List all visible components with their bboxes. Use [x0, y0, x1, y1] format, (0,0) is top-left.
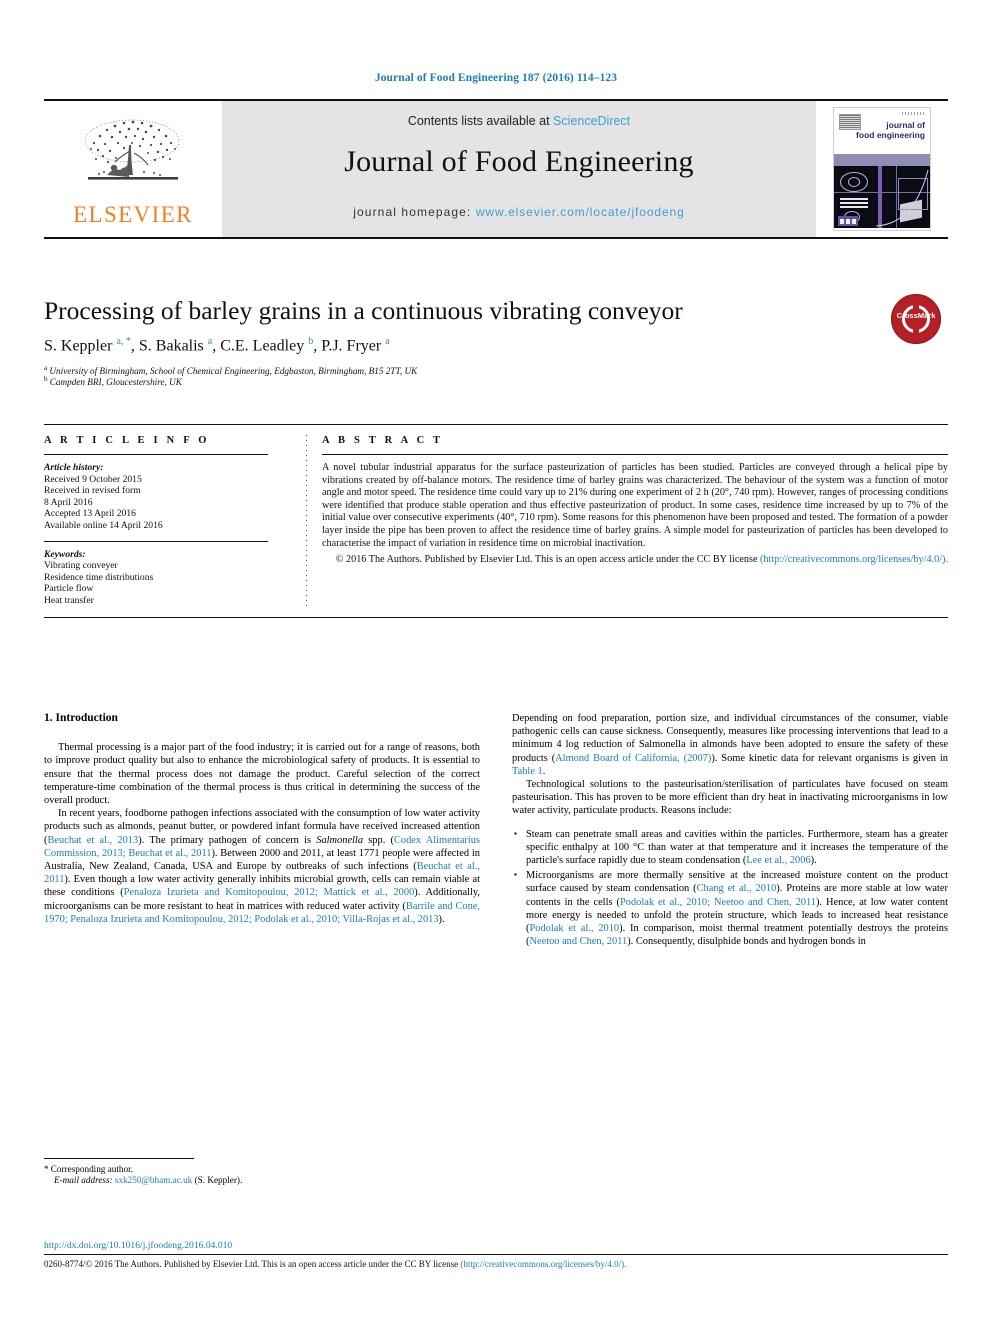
footnote-star: * — [44, 1164, 49, 1174]
divider — [44, 540, 268, 542]
elsevier-tree-icon — [84, 119, 180, 180]
keyword-item: Vibrating conveyer — [44, 560, 118, 572]
citation-link[interactable]: Chang et al., 2010 — [697, 883, 777, 894]
masthead-center: Contents lists available at ScienceDirec… — [222, 101, 816, 237]
affiliation-b-text: Campden BRI, Gloucestershire, UK — [49, 377, 182, 388]
article-info-abstract-block: A R T I C L E I N F O Article history: R… — [44, 424, 948, 618]
contents-available-line: Contents lists available at ScienceDirec… — [408, 114, 630, 128]
article-info-column: A R T I C L E I N F O Article history: R… — [44, 435, 290, 607]
elsevier-wordmark: ELSEVIER — [73, 201, 193, 227]
citation-link[interactable]: Beuchat et al., 2013 — [47, 835, 138, 846]
article-history-label: Article history: — [44, 462, 104, 473]
cover-curve-icon — [875, 169, 929, 227]
keyword-item: Heat transfer — [44, 594, 94, 606]
article-page: Journal of Food Engineering 187 (2016) 1… — [0, 0, 992, 1323]
article-history-item: 8 April 2016 — [44, 496, 93, 508]
paragraph-text: Technological solutions to the pasteuris… — [512, 779, 948, 817]
author-list: S. Keppler a, *, S. Bakalis a, C.E. Lead… — [44, 336, 390, 355]
citation-link[interactable]: Almond Board of California, (2007) — [555, 753, 711, 764]
citation-link[interactable]: Penaloza Izurieta and Komitopoulou, 2012… — [124, 887, 415, 898]
page-footer: http://dx.doi.org/10.1016/j.jfoodeng.201… — [44, 1240, 948, 1270]
citation-link[interactable]: Neetoo and Chen, 2011 — [529, 936, 627, 947]
license-link[interactable]: (http://creativecommons.org/licenses/by/… — [760, 554, 948, 565]
homepage-url-link[interactable]: www.elsevier.com/locate/jfoodeng — [476, 205, 685, 219]
sciencedirect-link[interactable]: ScienceDirect — [553, 114, 630, 128]
paragraph-text: ). The primary pathogen of concern is — [138, 834, 317, 846]
body-paragraph: Thermal processing is a major part of th… — [44, 741, 480, 807]
column-divider — [290, 435, 322, 607]
cover-band — [834, 154, 930, 166]
footer-license-link[interactable]: (http://creativecommons.org/licenses/by/… — [460, 1259, 626, 1269]
list-item: Microorganisms are more thermally sensit… — [512, 868, 948, 948]
journal-masthead: ELSEVIER Contents lists available at Sci… — [44, 99, 948, 239]
issn-copyright: 0260-8774/© 2016 The Authors. Published … — [44, 1259, 459, 1269]
keywords-label: Keywords: — [44, 548, 86, 560]
keywords-list: Vibrating conveyer Residence time distrib… — [44, 560, 268, 606]
paragraph-text: ). — [810, 855, 817, 867]
crossmark-word: CrossMark — [896, 311, 936, 320]
body-column-right: Depending on food preparation, portion s… — [512, 712, 948, 950]
body-column-left: 1. Introduction Thermal processing is a … — [44, 712, 480, 950]
elsevier-logo: ELSEVIER — [44, 101, 222, 237]
paragraph-text: Thermal processing is a major part of th… — [44, 742, 480, 807]
crossmark-badge[interactable]: CrossMark — [884, 294, 948, 344]
footnote-divider — [44, 1158, 194, 1159]
body-paragraph: Technological solutions to the pasteuris… — [512, 778, 948, 818]
article-history-item: Received in revised form — [44, 485, 141, 497]
paragraph-text: ). Consequently, disulphide bonds and hy… — [627, 936, 866, 948]
page-title: Processing of barley grains in a continu… — [44, 296, 683, 325]
affiliation-b: b Campden BRI, Gloucestershire, UK — [44, 375, 182, 388]
corresponding-author-footnote: * Corresponding author. E-mail address: … — [44, 1164, 480, 1187]
cover-artwork — [834, 166, 930, 228]
paragraph-text: ). — [438, 913, 445, 925]
citation-link[interactable]: Table 1 — [512, 766, 543, 777]
journal-title: Journal of Food Engineering — [344, 145, 694, 178]
copyright-text: © 2016 The Authors. Published by Elsevie… — [335, 554, 758, 566]
list-item: Steam can penetrate small areas and cavi… — [512, 827, 948, 868]
abstract-copyright: © 2016 The Authors. Published by Elsevie… — [322, 554, 948, 567]
journal-cover-thumbnail: journal of food engineering — [816, 101, 948, 237]
body-paragraph: In recent years, foodborne pathogen infe… — [44, 807, 480, 926]
article-history-item: Accepted 13 April 2016 — [44, 508, 136, 520]
divider — [44, 454, 268, 455]
email-label: E-mail address: — [54, 1175, 113, 1186]
email-suffix: (S. Keppler). — [194, 1175, 243, 1186]
section-heading-introduction: 1. Introduction — [44, 712, 118, 724]
abstract-column: A B S T R A C T A novel tubular industri… — [322, 435, 948, 607]
keyword-item: Residence time distributions — [44, 571, 154, 583]
intro-left-paragraphs: Thermal processing is a major part of th… — [44, 741, 480, 926]
email-link[interactable]: sxk250@bham.ac.uk — [115, 1175, 192, 1185]
paragraph-text: ). Some kinetic data for relevant organi… — [711, 752, 948, 764]
divider — [44, 1254, 948, 1255]
homepage-prefix: journal homepage: — [353, 205, 472, 219]
keyword-item: Particle flow — [44, 583, 94, 595]
reasons-bullet-list: Steam can penetrate small areas and cavi… — [512, 827, 948, 949]
corresponding-author-text: Corresponding author. — [50, 1164, 133, 1174]
body-columns: 1. Introduction Thermal processing is a … — [44, 712, 948, 950]
paragraph-text: Steam can penetrate small areas and cavi… — [526, 828, 948, 867]
divider — [322, 454, 948, 455]
article-info-heading: A R T I C L E I N F O — [44, 435, 210, 446]
abstract-body: A novel tubular industrial apparatus for… — [322, 462, 948, 549]
abstract-heading: A B S T R A C T — [322, 435, 444, 446]
paragraph-text: spp. ( — [363, 834, 394, 846]
cover-ruler-icon — [902, 112, 924, 115]
article-history-item: Available online 14 April 2016 — [44, 519, 163, 531]
article-history-item: Received 9 October 2015 — [44, 473, 142, 485]
body-paragraph: Depending on food preparation, portion s… — [512, 712, 948, 778]
article-history-list: Received 9 October 2015 Received in revis… — [44, 474, 268, 532]
cover-title: journal of food engineering — [856, 120, 925, 140]
footer-license: 0260-8774/© 2016 The Authors. Published … — [44, 1259, 948, 1270]
italic-term: Salmonella — [316, 834, 364, 846]
doi-link[interactable]: http://dx.doi.org/10.1016/j.jfoodeng.201… — [44, 1240, 948, 1251]
journal-homepage-line: journal homepage: www.elsevier.com/locat… — [353, 205, 684, 219]
intro-right-paragraphs: Depending on food preparation, portion s… — [512, 712, 948, 818]
paragraph-text: . — [542, 765, 546, 777]
citation-link[interactable]: Podolak et al., 2010; Neetoo and Chen, 2… — [620, 897, 816, 908]
contents-prefix: Contents lists available at — [407, 114, 550, 128]
citation-link[interactable]: Podolak et al., 2010 — [529, 923, 619, 934]
cover-title-line2: food engineering — [856, 129, 925, 140]
running-head: Journal of Food Engineering 187 (2016) 1… — [374, 72, 618, 84]
citation-link[interactable]: Lee et al., 2006 — [746, 855, 810, 866]
